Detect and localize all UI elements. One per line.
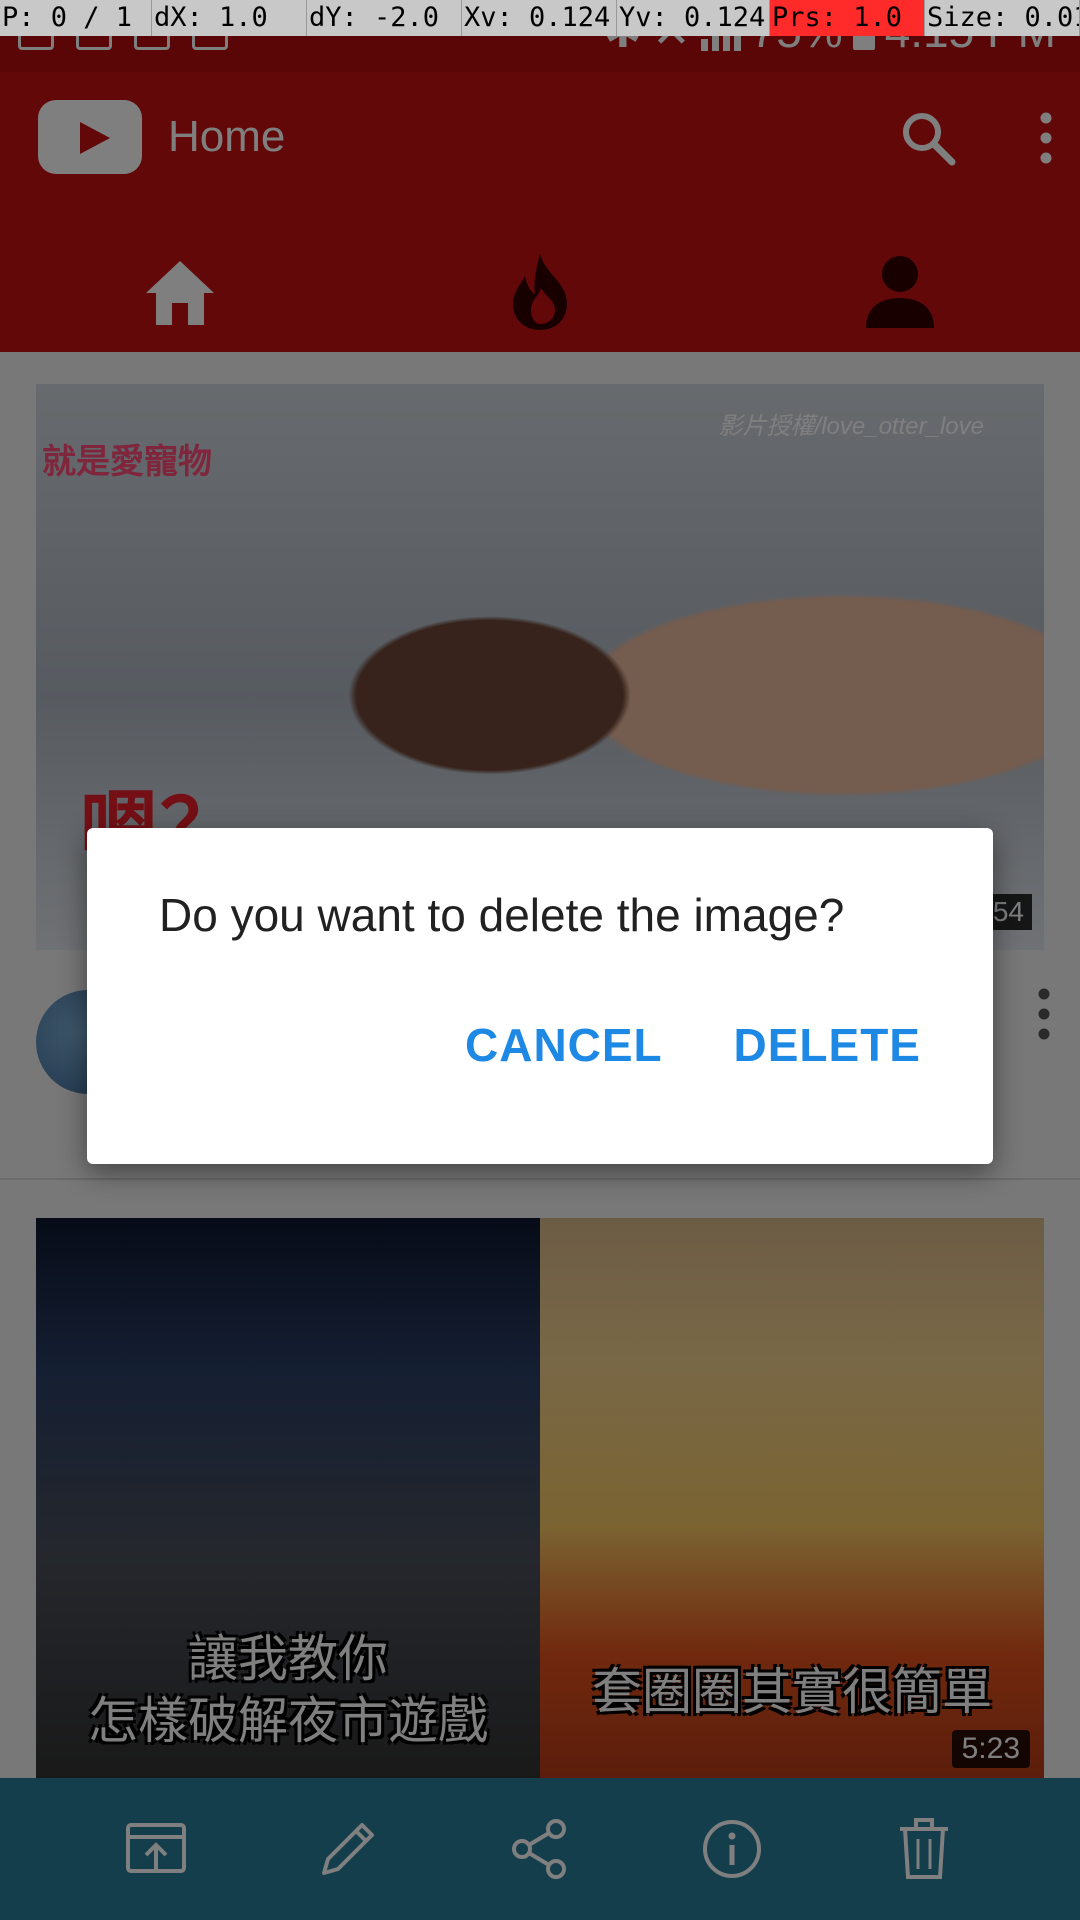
debug-dy: dY: -2.0 xyxy=(307,0,462,36)
debug-pressure: Prs: 1.0 xyxy=(770,0,925,36)
screen: ✱ ✕ 75% 4:15 PM P: 0 / 1 dX: 1.0 dY: -2.… xyxy=(0,0,1080,1920)
delete-confirm-dialog: Do you want to delete the image? CANCEL … xyxy=(87,828,993,1164)
cancel-button[interactable]: CANCEL xyxy=(465,1018,663,1072)
pointer-location-overlay: P: 0 / 1 dX: 1.0 dY: -2.0 Xv: 0.124 Yv: … xyxy=(0,0,1080,36)
debug-dx: dX: 1.0 xyxy=(152,0,307,36)
debug-pointer: P: 0 / 1 xyxy=(0,0,152,36)
debug-xv: Xv: 0.124 xyxy=(462,0,617,36)
debug-size: Size: 0.01 xyxy=(925,0,1080,36)
dialog-message: Do you want to delete the image? xyxy=(159,889,845,941)
delete-button[interactable]: DELETE xyxy=(734,1018,921,1072)
debug-yv: Yv: 0.124 xyxy=(617,0,770,36)
